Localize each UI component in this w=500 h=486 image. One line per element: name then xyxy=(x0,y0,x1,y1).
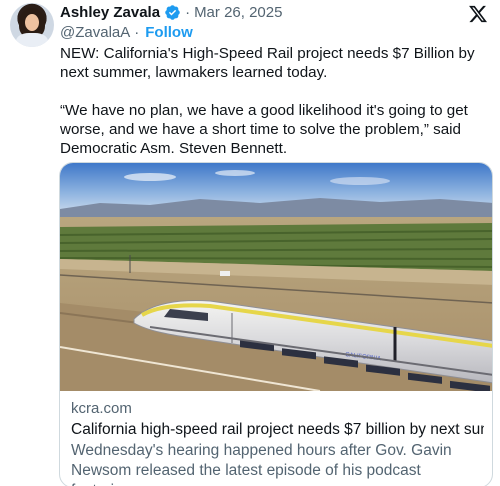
avatar-body xyxy=(16,33,48,47)
avatar[interactable] xyxy=(10,3,54,47)
handle-row: @ZavalaA · Follow xyxy=(60,22,490,42)
author-name[interactable]: Ashley Zavala xyxy=(60,4,160,21)
x-logo-icon[interactable] xyxy=(468,4,488,24)
link-card[interactable]: CALIFORNIA kcra.com California high-spee… xyxy=(59,162,493,486)
card-description: Wednesday's hearing happened hours after… xyxy=(71,442,452,486)
tweet-header: Ashley Zavala · Mar 26, 2025 @ZavalaA · … xyxy=(60,2,490,42)
tweet-text: NEW: California's High-Speed Rail projec… xyxy=(60,44,496,158)
tweet-paragraph: “We have no plan, we have a good likelih… xyxy=(60,102,468,157)
author-handle[interactable]: @ZavalaA xyxy=(60,24,130,41)
tweet-paragraph: NEW: California's High-Speed Rail projec… xyxy=(60,45,475,81)
separator-dot: · xyxy=(185,3,191,21)
avatar-face xyxy=(25,14,39,31)
follow-button[interactable]: Follow xyxy=(145,24,193,41)
verified-badge-icon xyxy=(165,4,180,20)
card-title[interactable]: California high-speed rail project needs… xyxy=(71,419,484,441)
card-info: kcra.com California high-speed rail proj… xyxy=(71,399,484,486)
card-image[interactable]: CALIFORNIA xyxy=(60,163,493,391)
tweet-date[interactable]: Mar 26, 2025 xyxy=(194,4,282,21)
separator-dot: · xyxy=(134,23,140,41)
card-domain[interactable]: kcra.com xyxy=(71,399,484,419)
name-row: Ashley Zavala · Mar 26, 2025 xyxy=(60,2,490,22)
